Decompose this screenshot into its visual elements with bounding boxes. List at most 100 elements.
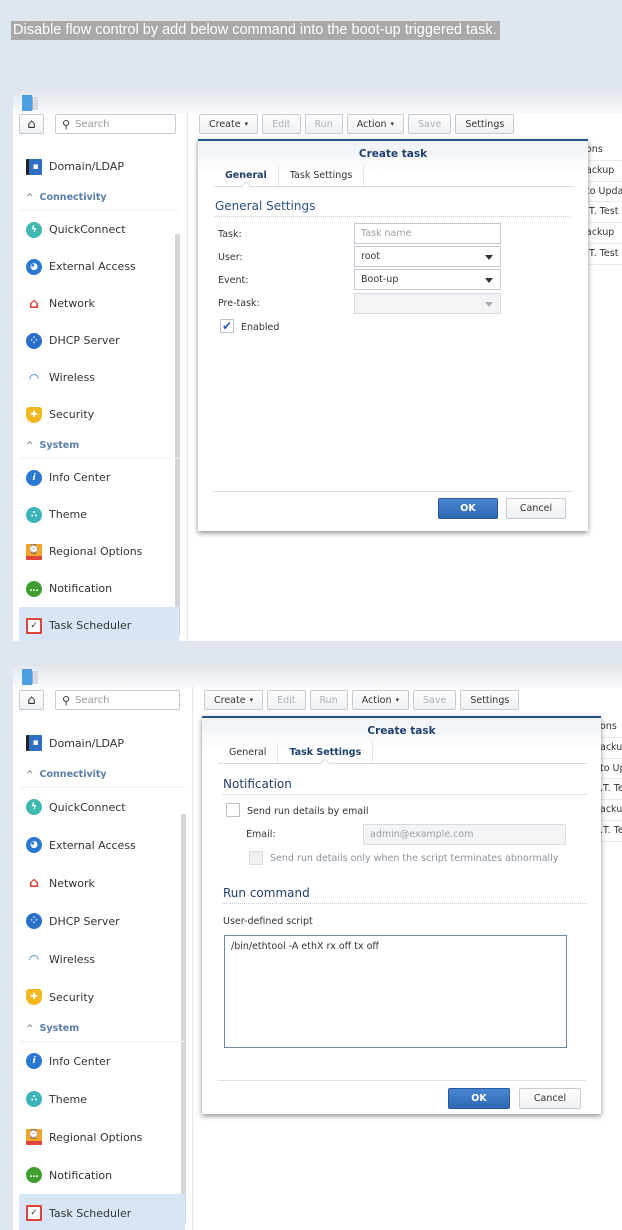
wifi-icon: ◠: [29, 952, 39, 966]
enabled-checkbox[interactable]: ✔: [220, 319, 234, 333]
list-item[interactable]: ackup: [586, 161, 622, 182]
create-button[interactable]: Create ▾: [199, 114, 259, 134]
sidebar-section-system[interactable]: ^ System: [19, 433, 179, 459]
send-email-checkbox[interactable]: [226, 803, 240, 817]
save-button[interactable]: Save: [413, 690, 457, 710]
save-button[interactable]: Save: [408, 114, 452, 134]
edit-button[interactable]: Edit: [267, 690, 306, 710]
cancel-button[interactable]: Cancel: [506, 498, 566, 519]
list-item[interactable]: to Up: [600, 759, 622, 780]
sidebar-divider: [192, 686, 193, 1230]
sidebar-item-label: Info Center: [49, 471, 111, 484]
dropdown-arrow-icon: [485, 278, 493, 283]
sidebar-item-info-center[interactable]: i Info Center: [19, 1042, 185, 1080]
quickconnect-icon: ϟ: [26, 799, 42, 815]
script-text: /bin/ethtool -A ethX rx off tx off: [231, 941, 379, 952]
section-label: System: [39, 1023, 80, 1034]
sidebar-section-system[interactable]: ^ System: [19, 1016, 185, 1042]
action-button[interactable]: Action ▾: [346, 114, 404, 134]
event-select[interactable]: Boot-up: [354, 269, 501, 290]
list-item[interactable]: acku: [600, 738, 622, 759]
sidebar-item-quickconnect[interactable]: ϟ QuickConnect: [19, 211, 179, 248]
sidebar-item-network[interactable]: ⌂ Network: [19, 285, 179, 322]
sidebar-item-regional-options[interactable]: ⌚ Regional Options: [19, 1118, 185, 1156]
palette-icon: ∴: [26, 1091, 42, 1107]
settings-button[interactable]: Settings: [455, 114, 515, 134]
ok-button[interactable]: OK: [438, 498, 498, 519]
sidebar-item-theme[interactable]: ∴ Theme: [19, 496, 179, 533]
sidebar-item-external-access[interactable]: ◕ External Access: [19, 248, 179, 285]
chat-bubble-icon: …: [26, 580, 42, 597]
list-item[interactable]: ackup: [586, 223, 622, 244]
run-button[interactable]: Run: [309, 690, 348, 710]
tab-general[interactable]: General: [214, 165, 279, 186]
sidebar-section-connectivity[interactable]: ^ Connectivity: [19, 185, 179, 211]
window-titlebar: [13, 666, 622, 688]
search-input[interactable]: ⚲ Search: [55, 114, 176, 134]
list-item[interactable]: .T. Test: [586, 202, 622, 224]
tab-task-settings[interactable]: Task Settings: [279, 165, 365, 186]
sidebar-item-dhcp-server[interactable]: ⁘ DHCP Server: [19, 902, 185, 940]
user-defined-script-label: User-defined script: [223, 916, 313, 927]
calendar-check-icon: ✓: [26, 1205, 42, 1221]
quickconnect-icon: ϟ: [26, 221, 42, 238]
sidebar-item-external-access[interactable]: ◕ External Access: [19, 826, 185, 864]
sidebar-item-network[interactable]: ⌂ Network: [19, 864, 185, 902]
placeholder-text: Task name: [361, 228, 412, 239]
section-title-general-settings: General Settings: [215, 199, 570, 217]
list-item[interactable]: .T. Te: [600, 779, 622, 801]
tab-task-settings[interactable]: Task Settings: [278, 742, 374, 763]
sidebar-item-domain-ldap[interactable]: ▪ Domain/LDAP: [19, 148, 179, 185]
list-item[interactable]: .T. Te: [600, 821, 622, 842]
list-item[interactable]: to Updat: [586, 182, 622, 203]
tab-general[interactable]: General: [218, 742, 279, 763]
sidebar-item-label: DHCP Server: [49, 914, 120, 928]
user-select[interactable]: root: [354, 246, 501, 267]
button-label: Edit: [272, 118, 291, 130]
home-button[interactable]: ⌂: [19, 114, 44, 134]
sidebar-section-connectivity[interactable]: ^ Connectivity: [19, 762, 185, 788]
sidebar-item-wireless[interactable]: ◠ Wireless: [19, 359, 179, 396]
list-item: ons: [586, 140, 622, 161]
abnormal-only-checkbox[interactable]: [249, 851, 263, 865]
sidebar-item-security[interactable]: ✚ Security: [19, 396, 179, 433]
action-button[interactable]: Action ▾: [351, 690, 409, 710]
edit-button[interactable]: Edit: [262, 114, 301, 134]
email-input[interactable]: admin@example.com: [363, 824, 566, 845]
dropdown-arrow-icon: [485, 255, 493, 260]
button-label: Save: [418, 118, 442, 130]
sidebar-item-info-center[interactable]: i Info Center: [19, 459, 179, 496]
list-item[interactable]: acku: [600, 800, 622, 821]
sidebar-item-domain-ldap[interactable]: ▪ Domain/LDAP: [19, 724, 185, 762]
search-input[interactable]: ⚲ Search: [55, 690, 180, 710]
list-item[interactable]: .T. Test: [586, 244, 622, 265]
settings-button[interactable]: Settings: [460, 690, 520, 710]
create-button[interactable]: Create ▾: [204, 690, 264, 710]
user-label: User:: [218, 252, 243, 263]
sidebar-item-notification[interactable]: … Notification: [19, 1156, 185, 1194]
pre-task-select[interactable]: [354, 293, 501, 314]
sidebar-item-label: Regional Options: [49, 1130, 143, 1144]
wifi-icon: ◠: [29, 370, 39, 385]
sidebar-item-theme[interactable]: ∴ Theme: [19, 1080, 185, 1118]
home-button[interactable]: ⌂: [19, 690, 44, 710]
sidebar-item-notification[interactable]: … Notification: [19, 570, 179, 607]
sidebar-item-regional-options[interactable]: ⌚ Regional Options: [19, 533, 179, 570]
cancel-button[interactable]: Cancel: [519, 1088, 581, 1109]
search-icon: ⚲: [62, 117, 71, 131]
sidebar-item-task-scheduler[interactable]: ✓ Task Scheduler: [19, 607, 179, 641]
ok-button[interactable]: OK: [448, 1088, 510, 1109]
sidebar-item-security[interactable]: ✚ Security: [19, 978, 185, 1016]
sidebar-item-quickconnect[interactable]: ϟ QuickConnect: [19, 788, 185, 826]
sidebar-item-task-scheduler[interactable]: ✓ Task Scheduler: [19, 1194, 185, 1230]
sidebar-item-label: Theme: [49, 508, 87, 521]
sidebar-item-label: External Access: [49, 260, 136, 273]
sidebar-item-dhcp-server[interactable]: ⁘ DHCP Server: [19, 322, 179, 359]
sidebar-item-wireless[interactable]: ◠ Wireless: [19, 940, 185, 978]
sidebar: ▪ Domain/LDAP ^ Connectivity ϟ QuickConnect…: [19, 148, 179, 641]
user-defined-script-textarea[interactable]: /bin/ethtool -A ethX rx off tx off: [224, 935, 567, 1048]
create-task-dialog: Create task General Task Settings Notifi…: [202, 716, 601, 1114]
dialog-title: Create task: [358, 148, 428, 160]
run-button[interactable]: Run: [304, 114, 343, 134]
task-name-input[interactable]: Task name: [354, 223, 501, 244]
